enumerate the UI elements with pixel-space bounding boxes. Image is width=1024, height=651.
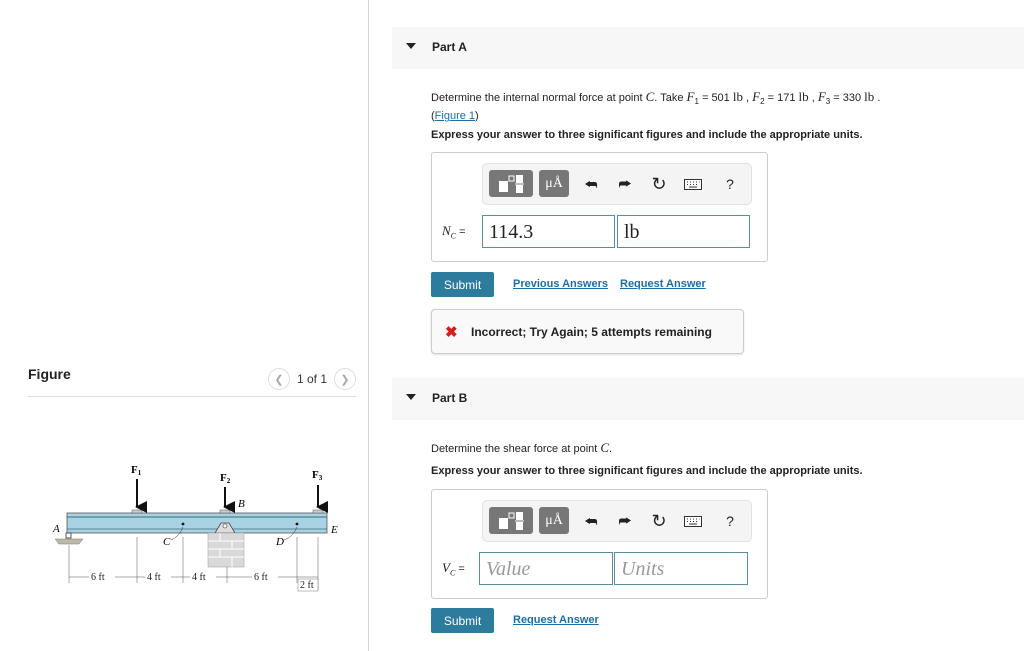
reset-icon: ↻: [651, 510, 667, 531]
figure-header: Figure ❮ 1 of 1 ❯: [28, 362, 356, 397]
nc-label: NC =: [442, 223, 466, 241]
label-f1: F1: [131, 464, 142, 477]
keyboard-icon: [684, 178, 702, 190]
dim-4: 6 ft: [254, 572, 268, 583]
part-b-toolbar: μÅ ⮪ ⮫ ↻ ?: [482, 500, 752, 542]
vc-value-input[interactable]: Value: [479, 552, 613, 585]
vc-units-input[interactable]: Units: [614, 552, 748, 585]
vc-label: VC =: [442, 560, 465, 578]
label-f3: F3: [312, 469, 323, 482]
undo-button[interactable]: ⮪: [581, 174, 601, 194]
part-a-request-answer-link[interactable]: Request Answer: [620, 278, 706, 290]
beam: [66, 512, 328, 534]
part-b-answer-box: μÅ ⮪ ⮫ ↻ ? VC = Value Units: [431, 489, 768, 599]
dim-1: 6 ft: [91, 572, 105, 583]
keyboard-button[interactable]: [683, 511, 703, 531]
reset-button[interactable]: ↻: [649, 174, 669, 194]
help-button[interactable]: ?: [720, 174, 740, 194]
reset-button[interactable]: ↻: [649, 511, 669, 531]
part-a-header[interactable]: Part A: [392, 27, 1024, 69]
part-a-title: Part A: [432, 40, 467, 54]
keyboard-button[interactable]: [683, 174, 703, 194]
beam-diagram: F1 F2 F3 A B C D E 6 ft 4 ft 4 ft 6 ft 2…: [52, 464, 338, 592]
feedback-box: ✖ Incorrect; Try Again; 5 attempts remai…: [431, 309, 744, 354]
previous-answers-link[interactable]: Previous Answers: [513, 278, 608, 290]
templates-button[interactable]: [489, 507, 533, 534]
pager-text: 1 of 1: [296, 372, 327, 386]
templates-icon: [499, 174, 524, 193]
redo-icon: ⮫: [618, 175, 632, 192]
units-button[interactable]: μÅ: [539, 507, 569, 534]
help-button[interactable]: ?: [720, 511, 740, 531]
collapse-triangle-icon: [406, 43, 416, 49]
nc-value-input[interactable]: 114.3: [482, 215, 615, 248]
chevron-right-icon: ❯: [340, 373, 350, 386]
part-a-question: Determine the internal normal force at p…: [431, 89, 881, 123]
part-b-submit-button[interactable]: Submit: [431, 608, 494, 633]
redo-icon: ⮫: [618, 512, 632, 529]
x-icon: ✖: [445, 324, 458, 341]
redo-button[interactable]: ⮫: [615, 174, 635, 194]
units-button[interactable]: μÅ: [539, 170, 569, 197]
nc-units-input[interactable]: lb: [617, 215, 750, 248]
templates-icon: [499, 511, 524, 530]
label-f2: F2: [220, 472, 231, 485]
pane-divider[interactable]: [368, 0, 369, 651]
point-c: C: [163, 536, 171, 548]
part-a-instruction: Express your answer to three significant…: [431, 129, 863, 141]
dim-5: 2 ft: [300, 580, 314, 591]
collapse-triangle-icon: [406, 394, 416, 400]
part-a-answer-box: μÅ ⮪ ⮫ ↻ ? NC = 114.3 lb: [431, 152, 768, 262]
feedback-message: Incorrect; Try Again; 5 attempts remaini…: [471, 325, 712, 339]
part-b-instruction: Express your answer to three significant…: [431, 465, 863, 477]
part-b-request-answer-link[interactable]: Request Answer: [513, 614, 599, 626]
figure-pager: ❮ 1 of 1 ❯: [267, 368, 356, 390]
part-a-toolbar: μÅ ⮪ ⮫ ↻ ?: [482, 163, 752, 205]
point-b: B: [238, 498, 245, 510]
part-b-header[interactable]: Part B: [392, 378, 1024, 420]
point-d: D: [275, 536, 284, 548]
dim-3: 4 ft: [192, 572, 206, 583]
point-e: E: [330, 524, 338, 536]
figure-link[interactable]: Figure 1: [435, 110, 475, 122]
undo-icon: ⮪: [584, 175, 598, 192]
part-a-submit-button[interactable]: Submit: [431, 272, 494, 297]
point-a: A: [52, 523, 60, 535]
keyboard-icon: [684, 515, 702, 527]
undo-button[interactable]: ⮪: [581, 511, 601, 531]
dim-2: 4 ft: [147, 572, 161, 583]
prev-figure-button[interactable]: ❮: [267, 368, 290, 390]
figure-title: Figure: [28, 366, 71, 382]
templates-button[interactable]: [489, 170, 533, 197]
next-figure-button[interactable]: ❯: [334, 368, 356, 390]
reset-icon: ↻: [651, 173, 667, 194]
part-b-title: Part B: [432, 391, 468, 405]
chevron-left-icon: ❮: [274, 373, 284, 386]
part-b-question: Determine the shear force at point C.: [431, 440, 613, 455]
undo-icon: ⮪: [584, 512, 598, 529]
redo-button[interactable]: ⮫: [615, 511, 635, 531]
